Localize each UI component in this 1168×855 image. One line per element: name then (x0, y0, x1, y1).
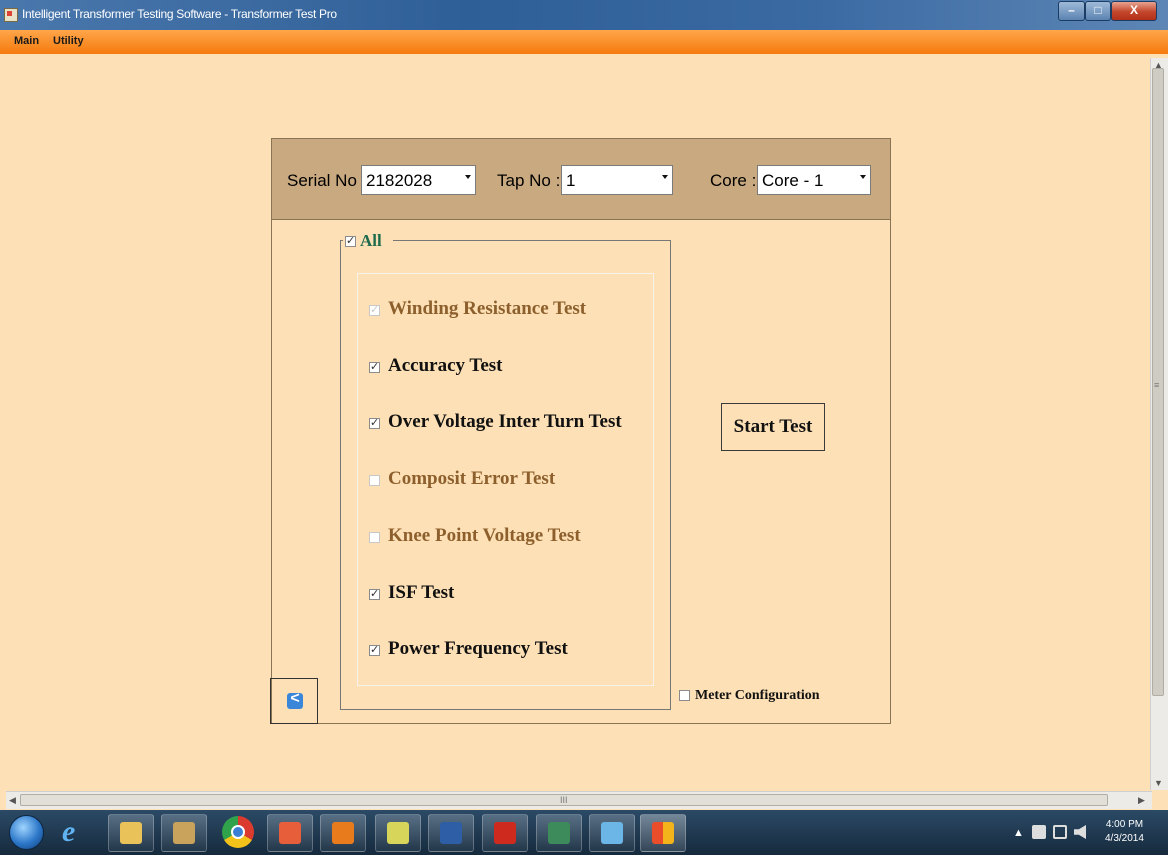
menu-utility[interactable]: Utility (53, 35, 84, 47)
test-item: Knee Point Voltage Test (369, 525, 649, 551)
tap-no-label: Tap No : (497, 171, 561, 190)
all-checkbox-row[interactable]: All (343, 231, 393, 251)
test-item: Winding Resistance Test (369, 298, 649, 324)
app-icon (4, 8, 18, 22)
test-item-checkbox (369, 303, 380, 317)
close-icon: X (1129, 3, 1138, 17)
start-test-button[interactable]: Start Test (721, 403, 825, 451)
clock-date: 4/3/2014 (1105, 833, 1144, 844)
tap-no-value: 1 (566, 171, 576, 190)
notes-app-icon[interactable] (589, 814, 635, 852)
core-value: Core - 1 (762, 171, 824, 190)
test-item-checkbox (369, 475, 380, 486)
action-center-icon[interactable] (1032, 825, 1046, 839)
start-test-label: Start Test (733, 416, 813, 437)
chevron-down-icon (465, 175, 471, 179)
test-item-label: Composit Error Test (388, 468, 556, 489)
chrome-icon[interactable] (222, 816, 254, 848)
vertical-grip-icon: ≡ (1154, 380, 1160, 390)
all-checkbox[interactable] (345, 234, 356, 248)
menu-main[interactable]: Main (14, 35, 39, 47)
minimize-icon: – (1068, 3, 1075, 17)
test-item-checkbox[interactable] (369, 643, 380, 657)
all-label: All (357, 231, 385, 251)
test-item-label: Power Frequency Test (388, 638, 568, 659)
serial-no-select[interactable]: 2182028 (361, 165, 476, 195)
maximize-button[interactable]: □ (1085, 1, 1111, 21)
test-item[interactable]: ISF Test (369, 582, 649, 608)
title-bar: Intelligent Transformer Testing Software… (0, 0, 1168, 30)
back-button[interactable]: < (287, 690, 303, 709)
transformer-test-pro-taskbar-icon[interactable] (640, 814, 686, 852)
core-label: Core : (710, 171, 757, 190)
test-item[interactable]: Power Frequency Test (369, 638, 649, 664)
word-icon[interactable] (428, 814, 474, 852)
maximize-icon: □ (1094, 3, 1102, 17)
test-item-checkbox[interactable] (369, 587, 380, 601)
scroll-down-icon[interactable]: ▼ (1154, 778, 1163, 788)
test-item[interactable]: Over Voltage Inter Turn Test (369, 411, 649, 437)
sticky-notes-icon[interactable] (375, 814, 421, 852)
window-title: Intelligent Transformer Testing Software… (22, 7, 337, 21)
minimize-button[interactable]: – (1058, 1, 1085, 21)
file-explorer-icon[interactable] (108, 814, 154, 852)
tap-no-select[interactable]: 1 (561, 165, 673, 195)
windows-start-icon[interactable] (9, 815, 44, 850)
internet-explorer-icon[interactable]: e (56, 814, 94, 852)
chevron-down-icon (662, 175, 668, 179)
test-item-label: ISF Test (388, 582, 455, 603)
horizontal-grip-icon: III (560, 795, 568, 805)
meter-config-label: Meter Configuration (695, 688, 820, 703)
menu-bar (0, 30, 1168, 54)
test-item-label: Over Voltage Inter Turn Test (388, 411, 622, 432)
core-select[interactable]: Core - 1 (757, 165, 871, 195)
test-item: Composit Error Test (369, 468, 649, 494)
test-item-label: Winding Resistance Test (388, 298, 587, 319)
test-item[interactable]: Accuracy Test (369, 355, 649, 381)
paint-icon[interactable] (267, 814, 313, 852)
test-item-label: Accuracy Test (388, 355, 503, 376)
serial-no-value: 2182028 (366, 171, 433, 190)
meter-config-checkbox[interactable] (679, 690, 690, 701)
test-item-label: Knee Point Voltage Test (388, 525, 581, 546)
close-button[interactable]: X (1111, 1, 1157, 21)
scroll-left-icon[interactable]: ◀ (9, 795, 16, 806)
system-clock[interactable]: 4:00 PM 4/3/2014 (1105, 818, 1144, 846)
tray-overflow-icon[interactable]: ▲ (1013, 827, 1024, 839)
test-item-checkbox[interactable] (369, 416, 380, 430)
clock-time: 4:00 PM (1105, 819, 1144, 830)
tools-icon[interactable] (161, 814, 207, 852)
chevron-left-icon: < (290, 690, 300, 707)
media-player-icon[interactable] (320, 814, 366, 852)
app-window-icon[interactable] (536, 814, 582, 852)
test-item-checkbox (369, 532, 380, 543)
chevron-down-icon (860, 175, 866, 179)
network-icon[interactable] (1053, 825, 1067, 839)
scroll-right-icon[interactable]: ▶ (1138, 795, 1145, 806)
test-item-checkbox[interactable] (369, 360, 380, 374)
scroll-up-icon[interactable]: ▲ (1154, 60, 1163, 70)
serial-no-label: Serial No : (287, 171, 367, 190)
acrobat-icon[interactable] (482, 814, 528, 852)
